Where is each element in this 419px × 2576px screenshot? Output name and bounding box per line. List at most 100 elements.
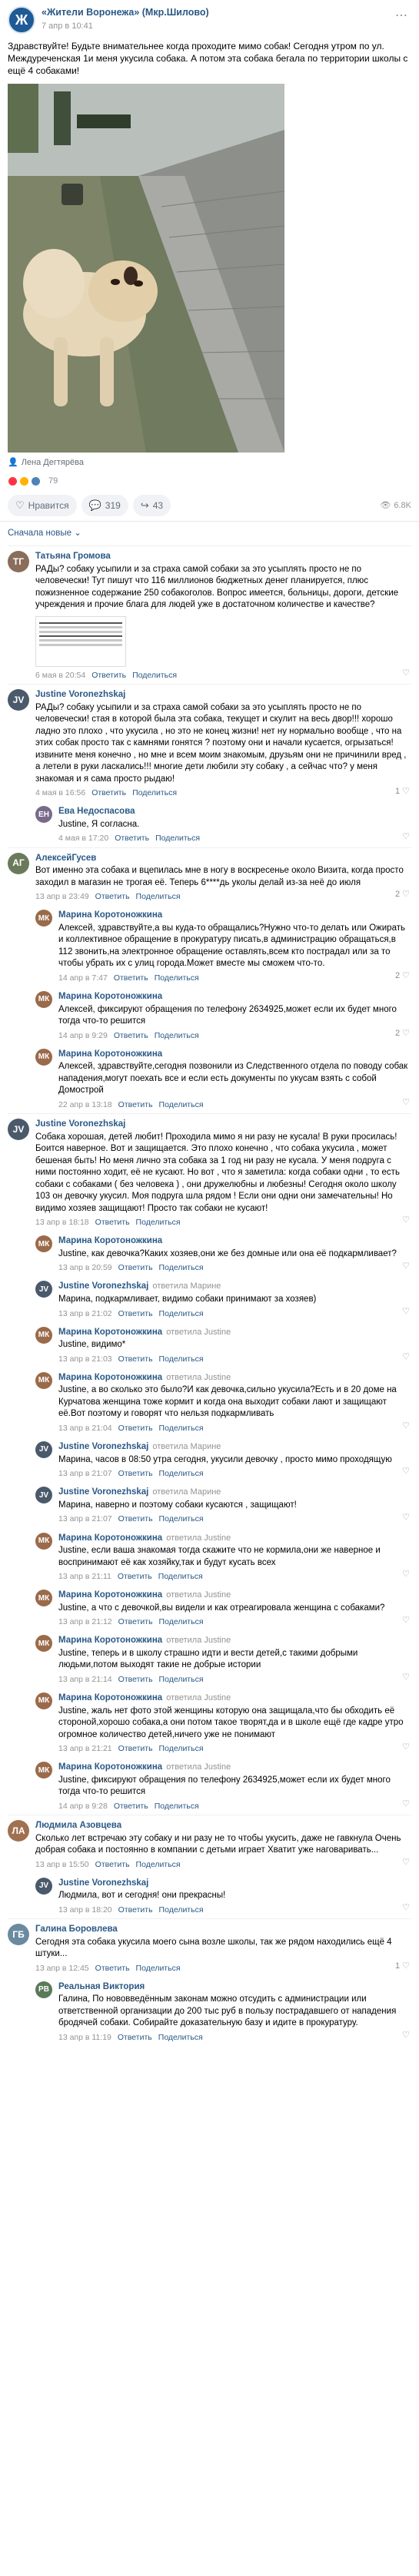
comment-date[interactable]: 14 апр в 9:29 bbox=[58, 1030, 108, 1041]
avatar[interactable]: JV bbox=[8, 1118, 29, 1140]
comment-like-button[interactable]: ♡ bbox=[400, 1672, 410, 1683]
comment-author[interactable]: Марина Коротоножкина bbox=[58, 1373, 162, 1382]
comment-author[interactable]: Галина Боровлева bbox=[35, 1925, 118, 1934]
share-link[interactable]: Поделиться bbox=[159, 1674, 204, 1685]
post-photo[interactable] bbox=[8, 83, 284, 453]
reply-button[interactable]: Ответить bbox=[95, 891, 130, 902]
comment-like-button[interactable]: ♡ bbox=[400, 2030, 410, 2041]
reply-button[interactable]: Ответить bbox=[118, 1099, 153, 1110]
post-date[interactable]: 7 апр в 10:41 bbox=[42, 21, 411, 32]
comment-date[interactable]: 13 апр в 20:59 bbox=[58, 1262, 112, 1273]
reply-button[interactable]: Ответить bbox=[118, 2032, 152, 2043]
comment-date[interactable]: 22 апр в 13:18 bbox=[58, 1099, 112, 1110]
avatar[interactable]: МК bbox=[35, 1692, 52, 1710]
comment-like-button[interactable]: ♡ bbox=[400, 1615, 410, 1626]
comment-like-button[interactable]: ♡ bbox=[400, 1215, 410, 1226]
comment-author[interactable]: Людмила Азовцева bbox=[35, 1821, 121, 1830]
comment-author[interactable]: Марина Коротоножкина bbox=[58, 1636, 162, 1645]
share-link[interactable]: Поделиться bbox=[155, 973, 199, 983]
reply-button[interactable]: Ответить bbox=[95, 1217, 130, 1228]
avatar[interactable]: РВ bbox=[35, 1981, 52, 1998]
reply-button[interactable]: Ответить bbox=[118, 1423, 153, 1434]
avatar[interactable]: МК bbox=[35, 1371, 52, 1389]
comment-like-button[interactable]: ♡ bbox=[400, 1421, 410, 1432]
avatar[interactable]: МК bbox=[35, 910, 52, 927]
reply-button[interactable]: Ответить bbox=[118, 1513, 153, 1524]
comment-image-attachment[interactable] bbox=[35, 615, 126, 667]
share-link[interactable]: Поделиться bbox=[159, 1905, 204, 1915]
comment-date[interactable]: 14 апр в 7:47 bbox=[58, 973, 108, 983]
sort-label[interactable]: Сначала новые bbox=[8, 529, 71, 538]
comment-like-button[interactable]: ♡ bbox=[400, 1857, 410, 1868]
share-link[interactable]: Поделиться bbox=[159, 1743, 204, 1754]
avatar[interactable]: JV bbox=[35, 1441, 52, 1459]
reply-button[interactable]: Ответить bbox=[118, 1905, 153, 1915]
avatar[interactable]: МК bbox=[35, 1235, 52, 1253]
avatar[interactable]: JV bbox=[35, 1281, 52, 1298]
reply-button[interactable]: Ответить bbox=[91, 787, 126, 798]
comment-author[interactable]: Justine Voronezhskaj bbox=[35, 1119, 125, 1129]
photo-caption[interactable]: 👤 Лена Дегтярёва bbox=[0, 453, 419, 473]
reply-button[interactable]: Ответить bbox=[118, 1262, 153, 1273]
comment-date[interactable]: 13 апр в 18:18 bbox=[35, 1217, 89, 1228]
comment-like-button[interactable]: ♡ bbox=[400, 1799, 410, 1810]
reply-button[interactable]: Ответить bbox=[118, 1354, 153, 1364]
share-link[interactable]: Поделиться bbox=[159, 1354, 204, 1364]
comment-like-button[interactable]: ♡ bbox=[400, 1306, 410, 1318]
comment-date[interactable]: 6 мая в 20:54 bbox=[35, 670, 85, 681]
comment-date[interactable]: 13 апр в 21:04 bbox=[58, 1423, 112, 1434]
reply-button[interactable]: Ответить bbox=[114, 1801, 148, 1812]
share-link[interactable]: Поделиться bbox=[155, 1801, 199, 1812]
sort-comments-toggle[interactable]: Сначала новые ⌄ bbox=[0, 522, 419, 546]
reply-button[interactable]: Ответить bbox=[114, 973, 148, 983]
group-name[interactable]: «Жители Воронежа» (Мкр.Шилово) bbox=[42, 6, 411, 19]
comment-date[interactable]: 13 апр в 21:03 bbox=[58, 1354, 112, 1364]
comment-author[interactable]: Реальная Виктория bbox=[58, 1982, 145, 1991]
reply-button[interactable]: Ответить bbox=[118, 1674, 153, 1685]
avatar[interactable]: МК bbox=[35, 1326, 52, 1344]
comment-author[interactable]: Марина Коротоножкина bbox=[58, 1590, 162, 1600]
comment-like-button[interactable]: 2 ♡ bbox=[395, 970, 410, 982]
share-link[interactable]: Поделиться bbox=[136, 1963, 181, 1974]
comment-author[interactable]: Марина Коротоножкина bbox=[58, 992, 162, 1001]
comment-author[interactable]: Марина Коротоножкина bbox=[58, 1693, 162, 1702]
avatar[interactable]: АГ bbox=[8, 852, 29, 874]
share-link[interactable]: Поделиться bbox=[158, 2032, 203, 2043]
reply-button[interactable]: Ответить bbox=[114, 1030, 148, 1041]
share-link[interactable]: Поделиться bbox=[159, 1513, 204, 1524]
avatar[interactable]: МК bbox=[35, 1635, 52, 1653]
comment-like-button[interactable]: 2 ♡ bbox=[395, 1028, 410, 1039]
avatar[interactable]: МК bbox=[35, 1532, 52, 1550]
reply-button[interactable]: Ответить bbox=[118, 1308, 153, 1319]
reply-button[interactable]: Ответить bbox=[95, 1859, 130, 1870]
comment-like-button[interactable]: ♡ bbox=[400, 1097, 410, 1109]
avatar[interactable]: JV bbox=[35, 1487, 52, 1504]
reply-button[interactable]: Ответить bbox=[95, 1963, 130, 1974]
avatar[interactable]: ЛА bbox=[8, 1820, 29, 1842]
reply-button[interactable]: Ответить bbox=[118, 1571, 152, 1582]
reply-button[interactable]: Ответить bbox=[118, 1743, 153, 1754]
avatar[interactable]: ГБ bbox=[8, 1924, 29, 1946]
comments-button[interactable]: 💬 319 bbox=[81, 495, 128, 516]
comment-like-button[interactable]: 2 ♡ bbox=[395, 889, 410, 900]
comment-like-button[interactable]: ♡ bbox=[400, 1351, 410, 1363]
share-button[interactable]: ↪ 43 bbox=[132, 495, 171, 516]
comment-author[interactable]: Марина Коротоножкина bbox=[58, 1236, 162, 1245]
comment-like-button[interactable]: 1 ♡ bbox=[395, 786, 410, 797]
share-link[interactable]: Поделиться bbox=[136, 1217, 181, 1228]
share-link[interactable]: Поделиться bbox=[155, 1030, 199, 1041]
comment-date[interactable]: 13 апр в 15:50 bbox=[35, 1859, 89, 1870]
comment-author[interactable]: Марина Коротоножкина bbox=[58, 1762, 162, 1772]
comment-like-button[interactable]: ♡ bbox=[400, 1569, 410, 1580]
share-link[interactable]: Поделиться bbox=[159, 1308, 204, 1319]
share-link[interactable]: Поделиться bbox=[159, 1262, 204, 1273]
comment-author[interactable]: Justine Voronezhskaj bbox=[58, 1442, 148, 1451]
more-icon[interactable]: ⋯ bbox=[395, 8, 408, 25]
avatar[interactable]: МК bbox=[35, 1590, 52, 1607]
avatar[interactable]: МК bbox=[35, 991, 52, 1009]
comment-author[interactable]: Татьяна Громова bbox=[35, 552, 111, 561]
comment-date[interactable]: 13 апр в 21:07 bbox=[58, 1513, 112, 1524]
comment-date[interactable]: 14 апр в 9:28 bbox=[58, 1801, 108, 1812]
avatar[interactable]: ТГ bbox=[8, 551, 29, 573]
reply-button[interactable]: Ответить bbox=[115, 833, 149, 844]
